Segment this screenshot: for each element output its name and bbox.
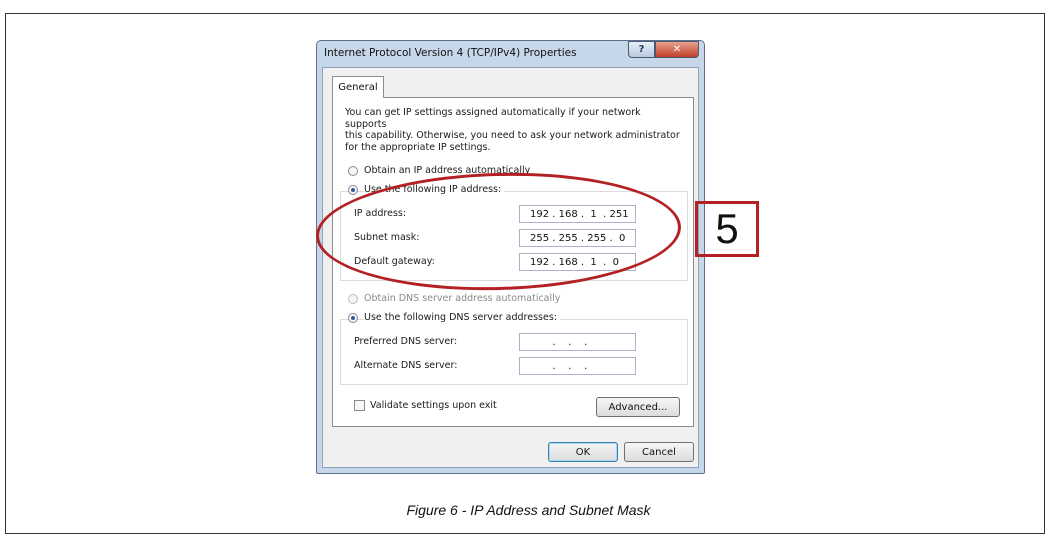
validate-checkbox[interactable] — [354, 400, 365, 411]
tab-general[interactable]: General — [332, 76, 384, 98]
preferred-dns-input[interactable]: . . . — [519, 333, 636, 351]
obtain-dns-auto-label: Obtain DNS server address automatically — [364, 293, 561, 304]
figure-caption: Figure 6 - IP Address and Subnet Mask — [406, 502, 651, 518]
use-dns-manual-radio[interactable] — [348, 313, 358, 323]
preferred-dns-label: Preferred DNS server: — [354, 336, 458, 347]
obtain-dns-auto-radio[interactable] — [348, 294, 358, 304]
use-ip-manual-radio[interactable] — [348, 185, 358, 195]
alternate-dns-label: Alternate DNS server: — [354, 360, 458, 371]
cancel-button[interactable]: Cancel — [624, 442, 694, 462]
validate-label: Validate settings upon exit — [370, 400, 497, 411]
callout-number: 5 — [695, 201, 759, 257]
ok-button[interactable]: OK — [548, 442, 618, 462]
dns-group — [340, 319, 688, 385]
alternate-dns-input[interactable]: . . . — [519, 357, 636, 375]
title-bar: Internet Protocol Version 4 (TCP/IPv4) P… — [317, 41, 704, 67]
use-dns-manual-label: Use the following DNS server addresses: — [364, 312, 560, 323]
obtain-ip-auto-radio[interactable] — [348, 166, 358, 176]
dialog-title: Internet Protocol Version 4 (TCP/IPv4) P… — [324, 47, 577, 59]
description-text: You can get IP settings assigned automat… — [345, 107, 680, 153]
close-button[interactable]: ✕ — [655, 41, 699, 58]
help-button[interactable]: ? — [628, 41, 655, 58]
advanced-button[interactable]: Advanced... — [596, 397, 680, 417]
